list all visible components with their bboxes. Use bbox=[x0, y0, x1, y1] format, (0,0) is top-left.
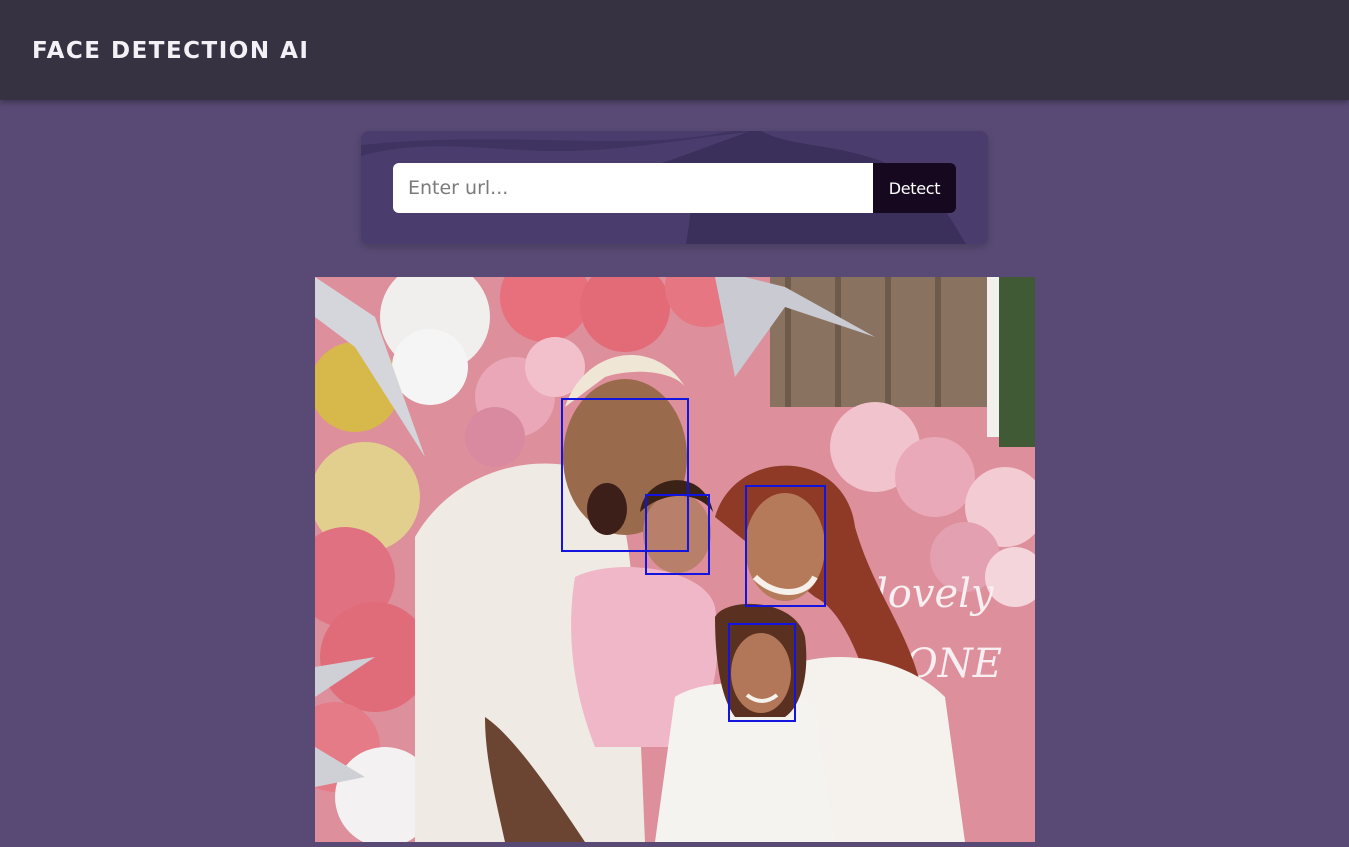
app-title: FACE DETECTION AI bbox=[32, 38, 310, 64]
face-bounding-box bbox=[745, 485, 826, 607]
face-bounding-box bbox=[728, 623, 796, 722]
top-navbar: FACE DETECTION AI bbox=[0, 0, 1349, 100]
detect-button[interactable]: Detect bbox=[873, 163, 956, 213]
svg-text:lovely: lovely bbox=[875, 571, 995, 617]
url-input[interactable] bbox=[393, 163, 873, 213]
detection-result-image: lovely ONE bbox=[315, 277, 1035, 842]
face-bounding-box bbox=[645, 494, 710, 575]
url-search-card: Detect bbox=[361, 131, 988, 244]
